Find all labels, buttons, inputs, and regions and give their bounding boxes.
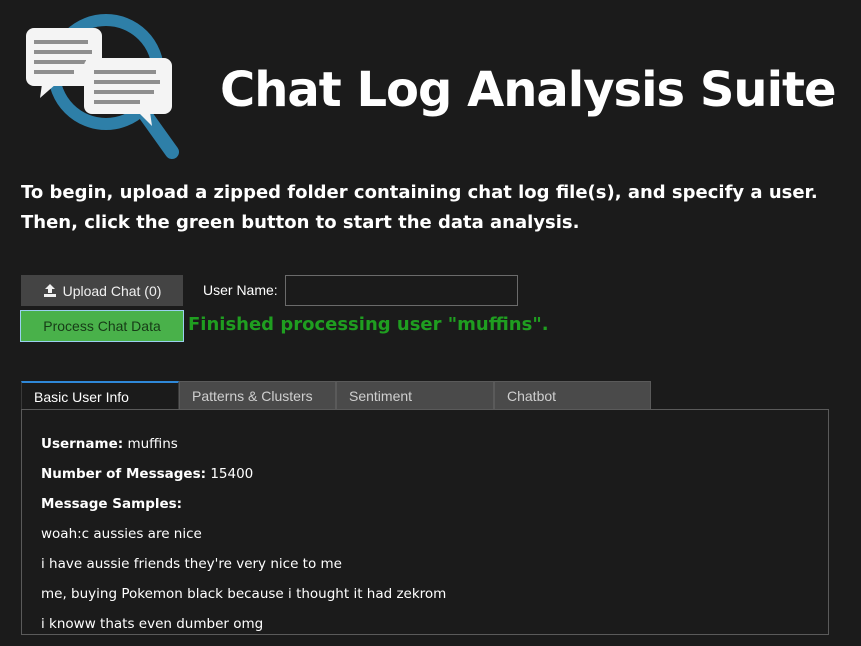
user-name-label: User Name:: [203, 282, 278, 298]
message-sample: me, buying Pokemon black because i thoug…: [41, 586, 447, 602]
message-count-row: Number of Messages: 15400: [41, 464, 818, 494]
user-name-input[interactable]: [285, 275, 518, 306]
app-title: Chat Log Analysis Suite: [220, 62, 837, 118]
message-sample: woah:c aussies are nice: [41, 526, 202, 542]
magnifier-chat-logo-icon: [26, 14, 179, 159]
upload-chat-button[interactable]: Upload Chat (0): [21, 275, 183, 306]
status-message: Finished processing user "muffins".: [188, 314, 549, 335]
upload-icon: [43, 283, 56, 297]
username-value: muffins: [127, 436, 178, 452]
app-window: Chat Log Analysis Suite To begin, upload…: [0, 0, 861, 646]
upload-chat-label: Upload Chat (0): [62, 282, 162, 299]
process-chat-data-button[interactable]: Process Chat Data: [20, 310, 184, 342]
tab-bar: Basic User Info Patterns & Clusters Sent…: [21, 381, 651, 410]
instructions-line-2: Then, click the green button to start th…: [21, 212, 580, 233]
tab-patterns-clusters[interactable]: Patterns & Clusters: [179, 381, 336, 409]
username-row: Username: muffins: [41, 434, 818, 464]
message-sample: i knoww thats even dumber omg: [41, 616, 264, 632]
instructions: To begin, upload a zipped folder contain…: [21, 178, 841, 238]
instructions-line-1: To begin, upload a zipped folder contain…: [21, 182, 818, 203]
tab-sentiment[interactable]: Sentiment: [336, 381, 494, 409]
username-label: Username:: [41, 436, 124, 452]
message-sample: i have aussie friends they're very nice …: [41, 556, 342, 572]
message-count-label: Number of Messages:: [41, 466, 207, 482]
tab-basic-user-info[interactable]: Basic User Info: [21, 381, 179, 410]
message-samples-heading: Message Samples:: [41, 496, 183, 512]
basic-user-info-panel[interactable]: Username: muffins Number of Messages: 15…: [21, 409, 829, 635]
tab-chatbot[interactable]: Chatbot: [494, 381, 651, 409]
message-count-value: 15400: [210, 466, 254, 482]
